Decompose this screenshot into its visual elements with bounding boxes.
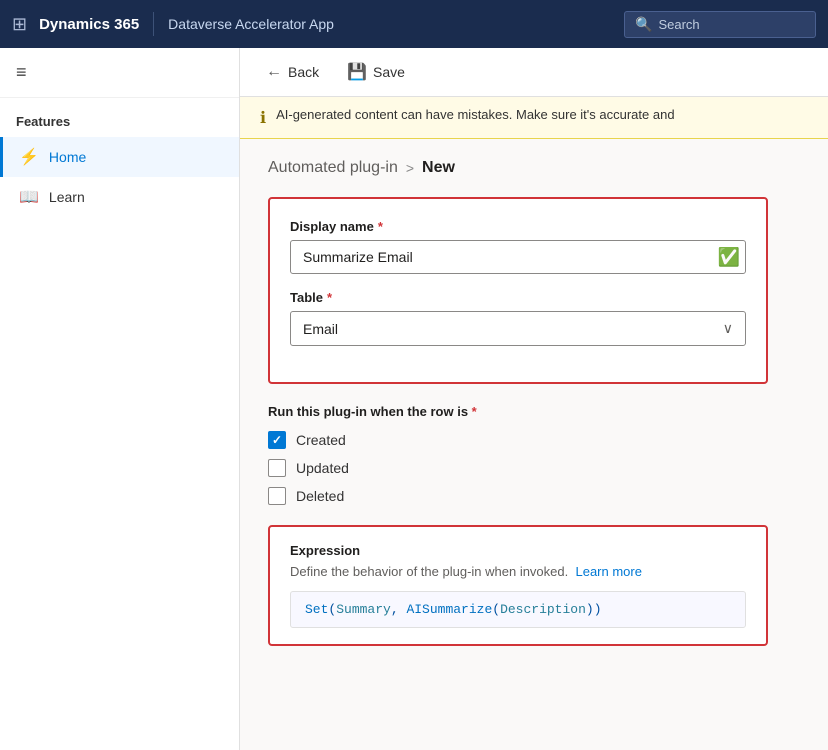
table-select-value: Email [303,321,723,337]
content-area: ← Back 💾 Save ℹ AI-generated content can… [240,48,828,750]
alert-banner: ℹ AI-generated content can have mistakes… [240,97,828,139]
app-title: Dynamics 365 [39,16,139,33]
expression-card: Expression Define the behavior of the pl… [268,525,768,646]
code-comma: , [391,602,407,617]
breadcrumb-separator: > [406,160,414,176]
save-icon: 💾 [347,62,367,82]
expression-title: Expression [290,543,746,558]
save-label: Save [373,64,405,80]
code-inner-paren-open: ( [492,602,500,617]
toolbar: ← Back 💾 Save [240,48,828,97]
main-layout: ≡ Features ⚡ Home 📖 Learn ← Back 💾 Save … [0,48,828,750]
display-name-field: Display name * ✅ [290,219,746,274]
checkbox-deleted-label: Deleted [296,488,344,504]
checkbox-updated-box[interactable] [268,459,286,477]
table-label: Table * [290,290,746,305]
info-icon: ℹ [260,108,266,128]
code-ai-fn: AISummarize [406,602,492,617]
display-name-required: * [378,219,383,234]
grid-icon[interactable]: ⊞ [12,14,27,35]
alert-text: AI-generated content can have mistakes. … [276,107,674,122]
code-inner-paren-close: )) [586,602,602,617]
code-description-param: Description [500,602,586,617]
code-set-fn: Set [305,602,328,617]
nav-divider [153,12,154,36]
checkbox-created-label: Created [296,432,346,448]
breadcrumb-parent: Automated plug-in [268,159,398,177]
table-required: * [327,290,332,305]
form-card: Display name * ✅ Table * Email [268,197,768,384]
table-field: Table * Email ∨ [290,290,746,346]
display-name-input[interactable] [291,241,713,273]
expression-code[interactable]: Set(Summary, AISummarize(Description)) [290,591,746,628]
learn-icon: 📖 [19,187,39,207]
back-label: Back [288,64,319,80]
sidebar-item-home[interactable]: ⚡ Home [0,137,239,177]
table-select[interactable]: Email ∨ [290,311,746,346]
search-bar[interactable]: 🔍 Search [624,11,816,38]
run-section-label: Run this plug-in when the row is * [268,404,768,419]
checkbox-created-box[interactable] [268,431,286,449]
hamburger-menu[interactable]: ≡ [0,48,239,98]
save-button[interactable]: 💾 Save [341,58,411,86]
top-nav: ⊞ Dynamics 365 Dataverse Accelerator App… [0,0,828,48]
chevron-down-icon: ∨ [723,320,733,337]
sidebar-item-home-label: Home [49,149,86,165]
checkbox-deleted[interactable]: Deleted [268,487,768,505]
valid-icon: ✅ [713,247,745,268]
code-summary-param: Summary [336,602,391,617]
checkbox-created[interactable]: Created [268,431,768,449]
display-name-input-wrap: ✅ [290,240,746,274]
breadcrumb: Automated plug-in > New [268,159,800,177]
back-icon: ← [266,63,282,81]
checkbox-updated[interactable]: Updated [268,459,768,477]
sidebar-section-title: Features [0,98,239,137]
checkbox-updated-label: Updated [296,460,349,476]
breadcrumb-current: New [422,159,455,177]
run-required: * [472,404,477,419]
search-icon: 🔍 [635,16,652,33]
sidebar: ≡ Features ⚡ Home 📖 Learn [0,48,240,750]
page-content: Automated plug-in > New Display name * ✅ [240,139,828,750]
display-name-label: Display name * [290,219,746,234]
search-placeholder: Search [658,17,699,32]
learn-more-link[interactable]: Learn more [575,564,641,579]
home-icon: ⚡ [19,147,39,167]
back-button[interactable]: ← Back [260,59,325,85]
expression-desc: Define the behavior of the plug-in when … [290,564,746,579]
sidebar-item-learn[interactable]: 📖 Learn [0,177,239,217]
run-section: Run this plug-in when the row is * Creat… [268,404,768,505]
sidebar-item-learn-label: Learn [49,189,85,205]
app-name: Dataverse Accelerator App [168,16,334,32]
checkbox-deleted-box[interactable] [268,487,286,505]
